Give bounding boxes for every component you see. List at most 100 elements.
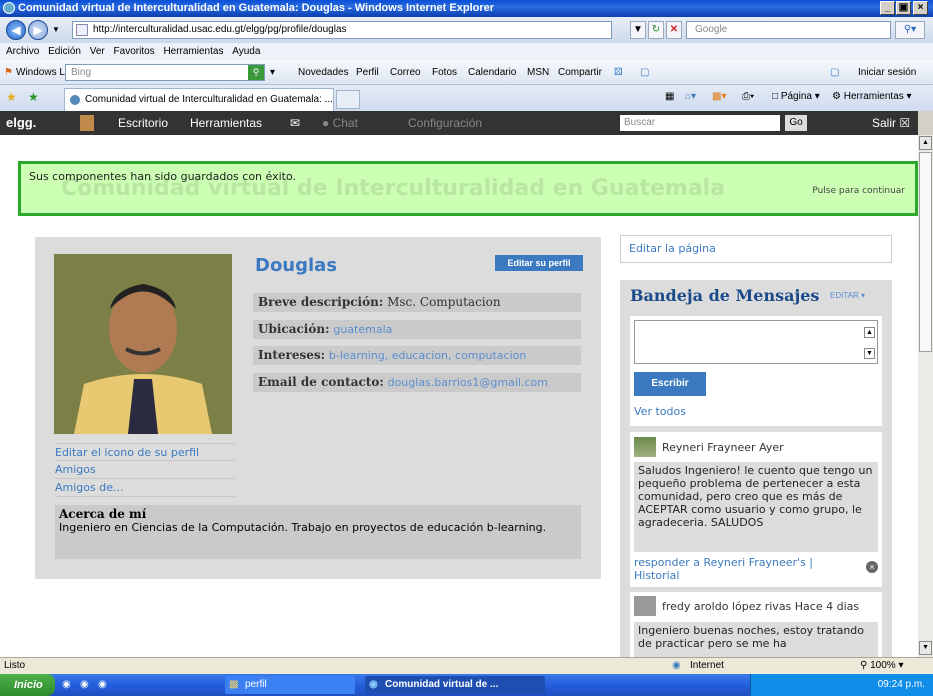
elgg-search-input[interactable]: Buscar (620, 115, 780, 131)
scroll-up-button[interactable]: ▲ (919, 136, 932, 150)
signin-link[interactable]: Iniciar sesión (858, 60, 916, 85)
clock: 09:24 p.m. (877, 679, 925, 690)
home-icon[interactable]: ⌂▾ (685, 91, 696, 102)
messenger-icon[interactable]: ▢ (830, 60, 839, 85)
menu-favoritos[interactable]: Favoritos (114, 46, 155, 57)
favorites-star-icon[interactable]: ★ (6, 90, 17, 104)
avatar[interactable] (634, 596, 656, 616)
elgg-go-button[interactable]: Go (785, 115, 807, 131)
system-tray: 09:24 p.m. (750, 674, 933, 696)
globe-icon: ◉ (672, 660, 681, 671)
link-fotos[interactable]: Fotos (432, 60, 457, 85)
add-favorite-icon[interactable]: ★ (28, 90, 39, 104)
task-perfil[interactable]: ▩ perfil (225, 676, 355, 694)
menu-archivo[interactable]: Archivo (6, 46, 39, 57)
status-bar: Listo ◉ Internet ⚲ 100% ▾ (0, 657, 933, 674)
edit-page-link[interactable]: Editar la página (620, 235, 892, 263)
tools-menu[interactable]: ⚙ Herramientas ▾ (832, 91, 912, 102)
forward-button[interactable]: ▶ (28, 20, 48, 40)
bing-search-input[interactable]: Bing (65, 64, 265, 81)
bing-dropdown-icon[interactable]: ▾ (270, 60, 275, 85)
address-dropdown-icon[interactable]: ▼ (630, 21, 646, 39)
mail-icon[interactable]: ✉ (290, 111, 300, 135)
friends-of-link[interactable]: Amigos de... (55, 479, 235, 497)
stop-icon[interactable]: ✕ (666, 21, 682, 39)
avatar[interactable] (634, 437, 656, 457)
chat-link[interactable]: ● Chat (322, 111, 358, 135)
reply-link[interactable]: responder a Reyneri Frayneer's | Histori… (634, 556, 854, 582)
inbox-edit-link[interactable]: EDITAR ▾ (830, 291, 865, 300)
edit-profile-button[interactable]: Editar su perfil (495, 255, 583, 271)
print-icon[interactable]: ⎙▾ (742, 91, 754, 102)
nav-herramientas[interactable]: Herramientas (190, 111, 262, 135)
tab-current[interactable]: Comunidad virtual de Interculturalidad e… (64, 88, 334, 111)
elgg-logo[interactable]: elgg. (6, 111, 36, 135)
quicklaunch-firefox-icon[interactable]: ◉ (98, 674, 107, 696)
folder-icon: ▩ (229, 679, 239, 690)
nav-configuracion[interactable]: Configuración (408, 111, 482, 135)
write-button[interactable]: Escribir (634, 372, 706, 396)
email-link[interactable]: douglas.barrios1@gmail.com (388, 376, 548, 389)
address-input[interactable]: http://interculturalidad.usac.edu.gt/elg… (72, 21, 612, 39)
windows-live-icon: ⚑ (4, 67, 13, 78)
post-text: Ingeniero buenas noches, estoy tratando … (634, 622, 878, 658)
translate-icon[interactable]: ⚄ (614, 60, 623, 85)
scroll-down-button[interactable]: ▼ (919, 641, 932, 655)
field-intereses: Intereses: b-learning, educacion, comput… (253, 346, 581, 365)
close-button[interactable]: × (913, 1, 928, 15)
post-text: Saludos Ingeniero! le cuento que tengo u… (634, 462, 878, 552)
field-email: Email de contacto: douglas.barrios1@gmai… (253, 373, 581, 392)
link-perfil[interactable]: Perfil (356, 60, 379, 85)
link-compartir[interactable]: Compartir (558, 60, 602, 85)
menu-ver[interactable]: Ver (90, 46, 105, 57)
location-link[interactable]: guatemala (333, 323, 392, 336)
page-menu[interactable]: □ Página ▾ (772, 91, 820, 102)
tab-grid-icon[interactable]: ▦ (665, 91, 674, 102)
minimize-button[interactable]: _ (880, 1, 895, 15)
logout-link[interactable]: Salir ☒ (872, 111, 910, 135)
maximize-button[interactable]: ▣ (896, 1, 911, 15)
notes-icon[interactable]: ▢ (640, 60, 649, 85)
field-descripcion: Breve descripción: Msc. Computacion (253, 293, 581, 312)
menu-bar: Archivo Edición Ver Favoritos Herramient… (0, 43, 933, 60)
link-msn[interactable]: MSN (527, 60, 549, 85)
zoom-control[interactable]: ⚲ 100% ▾ (860, 658, 904, 674)
profile-photo (54, 254, 232, 434)
task-ie-window[interactable]: ◉ Comunidad virtual de ... (365, 676, 545, 694)
scroll-up-icon[interactable]: ▲ (864, 327, 875, 338)
success-notice[interactable]: Comunidad virtual de Interculturalidad e… (18, 161, 918, 216)
notice-continue-link[interactable]: Pulse para continuar (812, 186, 905, 196)
refresh-icon[interactable]: ↻ (648, 21, 664, 39)
notice-message: Sus componentes han sido guardados con é… (29, 170, 297, 183)
view-all-link[interactable]: Ver todos (634, 405, 686, 418)
bing-search-button[interactable]: ⚲ (248, 65, 264, 80)
edit-icon-link[interactable]: Editar el icono de su perfil (55, 443, 235, 461)
link-correo[interactable]: Correo (390, 60, 421, 85)
menu-ayuda[interactable]: Ayuda (232, 46, 260, 57)
quicklaunch-media-icon[interactable]: ◉ (80, 674, 89, 696)
nav-escritorio[interactable]: Escritorio (118, 111, 168, 135)
friends-link[interactable]: Amigos (55, 461, 235, 479)
start-button[interactable]: Inicio (0, 674, 55, 696)
page-icon (76, 24, 88, 36)
search-input[interactable]: Google (686, 21, 891, 39)
interests-links[interactable]: b-learning, educacion, computacion (329, 349, 526, 362)
profile-name: Douglas (255, 255, 338, 276)
new-tab-button[interactable] (336, 90, 360, 109)
link-novedades[interactable]: Novedades (298, 60, 349, 85)
search-icon[interactable]: ⚲▾ (895, 21, 925, 39)
scrollbar-thumb[interactable] (919, 152, 932, 352)
rss-icon[interactable]: ▩▾ (712, 91, 726, 102)
menu-herramientas[interactable]: Herramientas (163, 46, 223, 57)
user-avatar[interactable] (80, 115, 94, 131)
delete-icon[interactable]: × (866, 561, 878, 573)
window-title: Comunidad virtual de Interculturalidad e… (18, 2, 495, 14)
menu-edicion[interactable]: Edición (48, 46, 81, 57)
back-button[interactable]: ◀ (6, 20, 26, 40)
scroll-down-icon[interactable]: ▼ (864, 348, 875, 359)
history-dropdown-icon[interactable]: ▼ (52, 25, 60, 34)
link-calendario[interactable]: Calendario (468, 60, 516, 85)
quicklaunch-ie-icon[interactable]: ◉ (62, 674, 71, 696)
ie-icon: ◉ (369, 679, 378, 690)
message-textarea[interactable]: ▲ ▼ (634, 320, 878, 364)
